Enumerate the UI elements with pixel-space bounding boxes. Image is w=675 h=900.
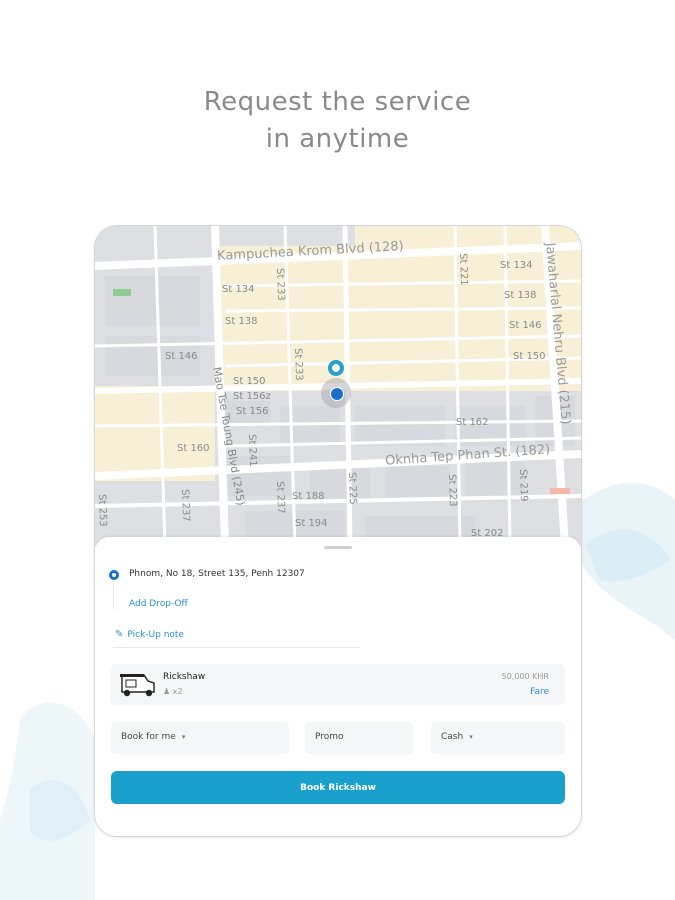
map-label-st160: St 160 xyxy=(177,443,210,454)
route-connector xyxy=(113,583,114,609)
book-for-select[interactable]: Book for me ▾ xyxy=(111,722,289,754)
headline-line-1: Request the service xyxy=(203,87,472,117)
map-label-st223: St 223 xyxy=(446,474,459,507)
rickshaw-icon xyxy=(120,674,155,697)
page-headline: Request the service in anytime xyxy=(0,84,675,158)
map-label-st162: St 162 xyxy=(456,417,489,428)
phone-frame: Kampuchea Krom Blvd (128) Jawaharlal Neh… xyxy=(95,226,581,836)
pickup-address[interactable]: Phnom, No 18, Street 135, Penh 12307 xyxy=(129,569,305,579)
map-label-st194: St 194 xyxy=(295,518,328,529)
map-label-st221: St 221 xyxy=(457,253,470,286)
map-label-st150a: St 150 xyxy=(233,376,266,387)
vehicle-name: Rickshaw xyxy=(163,672,206,682)
fare-link[interactable]: Fare xyxy=(530,687,549,697)
map-label-st233b: St 233 xyxy=(292,348,305,381)
payment-label: Cash xyxy=(441,732,464,742)
add-dropoff-link[interactable]: Add Drop-Off xyxy=(129,599,188,609)
pencil-icon: ✎ xyxy=(115,629,124,640)
map-label-st241: St 241 xyxy=(246,434,259,467)
book-for-label: Book for me xyxy=(121,732,176,742)
chevron-down-icon: ▾ xyxy=(181,733,186,741)
map-label-st233a: St 233 xyxy=(274,268,287,301)
map-label-st146a: St 146 xyxy=(165,351,198,362)
destination-pin-icon[interactable] xyxy=(328,360,344,376)
booking-sheet: Phnom, No 18, Street 135, Penh 12307 Add… xyxy=(95,537,581,836)
payment-select[interactable]: Cash ▾ xyxy=(431,722,565,754)
headline-line-2: in anytime xyxy=(265,124,410,154)
map-label-st156z: St 156z xyxy=(233,391,271,402)
pickup-location-icon xyxy=(109,570,119,580)
book-rickshaw-button[interactable]: Book Rickshaw xyxy=(111,771,565,804)
divider xyxy=(113,647,360,648)
map-label-st188: St 188 xyxy=(292,491,325,502)
map-label-st150b: St 150 xyxy=(513,351,546,362)
promo-button[interactable]: Promo xyxy=(305,722,413,754)
pickup-note-label: Pick-Up note xyxy=(127,630,184,640)
map-label-st146b: St 146 xyxy=(509,320,542,331)
chevron-down-icon: ▾ xyxy=(469,733,473,741)
vehicle-price: 50,000 KHR xyxy=(501,672,549,681)
current-location-icon[interactable] xyxy=(321,378,351,408)
map-label-st134a: St 134 xyxy=(222,284,255,295)
sheet-drag-handle[interactable] xyxy=(324,546,352,549)
map-label-st237a: St 237 xyxy=(274,481,287,514)
vehicle-seats: ♟ x2 xyxy=(163,687,183,696)
promo-label: Promo xyxy=(315,732,344,742)
map-label-st253: St 253 xyxy=(96,494,109,527)
vehicle-option-rickshaw[interactable]: Rickshaw ♟ x2 50,000 KHR Fare xyxy=(110,664,565,705)
map-label-st138b: St 138 xyxy=(504,290,537,301)
person-icon: ♟ xyxy=(163,687,173,696)
vehicle-seat-count: x2 xyxy=(172,687,183,696)
map-view[interactable]: Kampuchea Krom Blvd (128) Jawaharlal Neh… xyxy=(95,226,581,546)
map-label-st225: St 225 xyxy=(346,472,359,505)
map-label-st134b: St 134 xyxy=(500,260,533,271)
map-label-st156: St 156 xyxy=(236,406,269,417)
map-label-st219: St 219 xyxy=(517,469,530,502)
map-label-st237b: St 237 xyxy=(179,489,192,522)
map-label-st138a: St 138 xyxy=(225,316,258,327)
pickup-note-link[interactable]: ✎ Pick-Up note xyxy=(115,629,184,640)
